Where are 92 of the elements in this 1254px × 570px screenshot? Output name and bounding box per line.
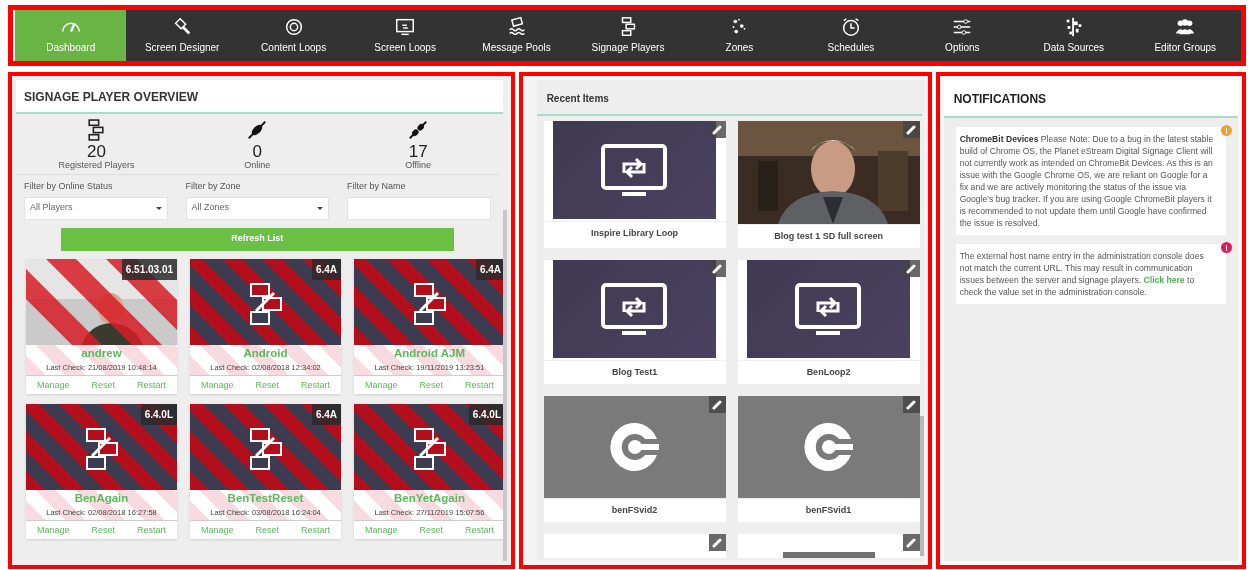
stat-label: Offline: [405, 161, 432, 170]
version-badge: 6.51.03.01: [121, 258, 177, 280]
edit-button[interactable]: [902, 396, 920, 413]
item-title: BenLoop2: [806, 365, 851, 379]
nav-tab[interactable]: Data Sources: [1018, 10, 1130, 61]
recent-item-card[interactable]: BenLoop2: [737, 260, 920, 384]
action-link[interactable]: Manage: [201, 523, 234, 536]
action-link[interactable]: Reset: [419, 523, 443, 536]
recent-item-card[interactable]: Blog Test1: [543, 260, 726, 384]
refresh-button[interactable]: Refresh List: [60, 227, 454, 251]
pencil-icon: [712, 124, 723, 135]
player-name[interactable]: Android AJM: [393, 346, 466, 360]
stat-value: 20: [86, 143, 106, 160]
action-link[interactable]: Manage: [37, 523, 70, 536]
input-field[interactable]: [347, 196, 491, 220]
panel-title: Recent Items: [546, 93, 609, 104]
action-link[interactable]: Restart: [136, 523, 166, 536]
action-link[interactable]: Reset: [255, 523, 279, 536]
action-link[interactable]: Restart: [464, 523, 494, 536]
unplugged-player-icon: [248, 425, 284, 472]
edit-button[interactable]: [902, 534, 920, 551]
plug-connected-icon: [246, 119, 269, 141]
plug-disconnected-icon: [407, 119, 430, 141]
unplugged-player-icon: [412, 280, 448, 327]
version-badge: 6.4.0L: [140, 403, 177, 425]
unplugged-player-icon: [412, 425, 448, 472]
filter-label: Filter by Online Status: [24, 180, 114, 193]
nav-tab[interactable]: Dashboard: [15, 10, 127, 61]
pencil-icon: [712, 399, 723, 410]
action-link[interactable]: Manage: [37, 378, 70, 391]
filter-label: Filter by Zone: [185, 180, 242, 193]
action-link[interactable]: Restart: [136, 378, 166, 391]
action-link[interactable]: Reset: [419, 378, 443, 391]
action-link[interactable]: Reset: [255, 378, 279, 391]
stacked-screens-icon: [88, 119, 105, 141]
player-name[interactable]: BenTestReset: [227, 491, 304, 505]
notification-text: ChromeBit Devices Please Note: Due to a bug in the latest stable build of Chrome OS, the Planet eStream Digital Signage Client will not currently work as intended on ChromeBit Devices. As this is an issue with the Google Chrome OS, we are reliant on Google for a fix and we are actively monitoring the status of the issue via Google's bug tracker. If you are using Google ChromeBit players it is recommended to not update them until Google have confirmed the issue is resolved.: [959, 133, 1215, 229]
action-link[interactable]: Restart: [300, 378, 330, 391]
notification-text: The external host name entry in the administration console does not match the current URL. This may result in communication issues between the server and signage players. Click here to check the value set in the administration console.: [959, 250, 1205, 298]
pencil-icon: [906, 124, 917, 135]
panel-title: SIGNAGE PLAYER OVERVIEW: [24, 90, 199, 104]
nav-tab[interactable]: Options: [906, 10, 1019, 61]
stat-value: 17: [408, 143, 428, 160]
recent-item-card[interactable]: Inspire Library Loop: [543, 121, 726, 248]
recent-item-card[interactable]: benFSvid2: [543, 396, 726, 522]
caret-icon: [317, 206, 324, 210]
nav-tab[interactable]: Zones: [683, 10, 796, 61]
caret-icon: [155, 206, 162, 210]
panel-title: NOTIFICATIONS: [953, 92, 1047, 106]
unplugged-player-icon: [84, 425, 120, 472]
nav-tab[interactable]: Signage Players: [572, 10, 684, 61]
player-name[interactable]: andrew: [81, 346, 122, 360]
player-name[interactable]: BenAgain: [74, 491, 129, 505]
nav-tab[interactable]: Message Pools: [460, 10, 573, 61]
action-link[interactable]: Restart: [300, 523, 330, 536]
pencil-icon: [906, 537, 917, 548]
pencil-icon: [712, 537, 723, 548]
item-title: Inspire Library Loop: [591, 226, 679, 240]
item-title: benFSvid2: [611, 503, 658, 517]
action-link[interactable]: Restart: [464, 378, 494, 391]
pencil-icon: [712, 263, 723, 274]
action-link[interactable]: Reset: [91, 523, 115, 536]
pencil-icon: [906, 263, 917, 274]
action-link[interactable]: Manage: [201, 378, 234, 391]
item-title: benFSvid1: [805, 503, 852, 517]
edit-button[interactable]: [708, 534, 726, 551]
dropdown[interactable]: All Zones: [185, 196, 330, 220]
item-title: Blog test 1 SD full screen: [774, 229, 883, 243]
nav-tab[interactable]: Schedules: [795, 10, 907, 61]
recent-item-card[interactable]: benFSvid1: [737, 396, 920, 522]
stat-label: Online: [244, 161, 271, 170]
player-name[interactable]: BenYetAgain: [394, 491, 465, 505]
filter-label: Filter by Name: [347, 180, 407, 193]
version-badge: 6.4A: [311, 403, 341, 425]
pencil-icon: [906, 399, 917, 410]
player-name[interactable]: Android: [243, 346, 288, 360]
nav-tab[interactable]: Editor Groups: [1129, 10, 1241, 61]
link[interactable]: Click here: [1143, 275, 1185, 285]
stat-value: 0: [252, 143, 263, 160]
nav-tab[interactable]: Screen Designer: [126, 10, 238, 61]
recent-item-card[interactable]: Blog test 1 SD full screen: [737, 121, 920, 248]
action-link[interactable]: Manage: [365, 523, 398, 536]
edit-button[interactable]: [708, 396, 726, 413]
stat-label: Registered Players: [58, 161, 135, 170]
item-title: Blog Test1: [611, 365, 658, 379]
unplugged-player-icon: [248, 280, 284, 327]
nav-tab[interactable]: Screen Loops: [349, 10, 461, 61]
action-link[interactable]: Manage: [365, 378, 398, 391]
dropdown[interactable]: All Players: [24, 196, 168, 220]
nav-tab[interactable]: Content Loops: [237, 10, 350, 61]
action-link[interactable]: Reset: [91, 378, 115, 391]
version-badge: 6.4A: [311, 258, 341, 280]
